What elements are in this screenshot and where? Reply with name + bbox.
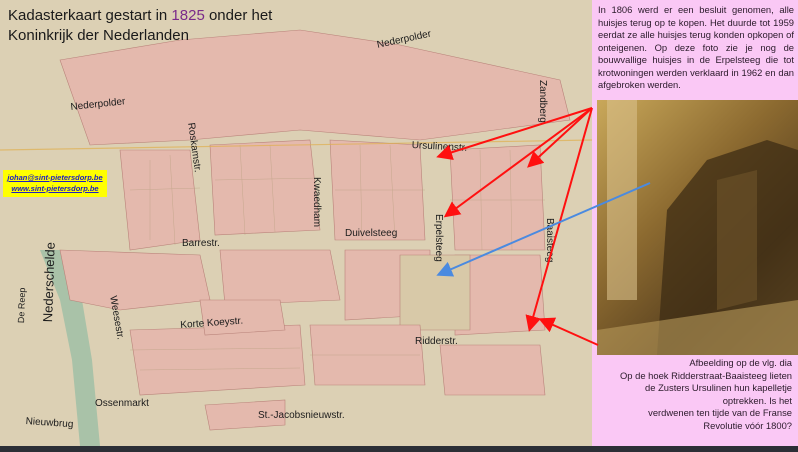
label-de-reep: De Reep — [16, 287, 28, 324]
panel-line: Afbeelding op de vlg. dia — [689, 357, 792, 368]
title-year: 1825 — [171, 7, 205, 24]
label-baaisteeg: Baaisteeg — [544, 218, 555, 263]
label-erpelsteeg: Erpelsteeg — [433, 214, 444, 262]
label-duivelsteeg: Duivelsteeg — [345, 228, 398, 239]
title-suffix: onder het — [204, 7, 273, 24]
panel-top-text: In 1806 werd er een besluit genomen, all… — [598, 4, 794, 90]
title-line2: Koninkrijk der Nederlanden — [8, 27, 189, 44]
title-prefix: Kadasterkaart gestart in — [8, 7, 172, 24]
panel-line: Op de hoek Ridderstraat-Baaisteeg lieten — [620, 369, 792, 381]
label-kwaedham: Kwaedham — [311, 177, 322, 228]
label-ossenmarkt: Ossenmarkt — [95, 398, 149, 409]
panel-line: de Zusters Ursulinen hun kapelletje — [645, 382, 792, 393]
contact-box: johan@sint-pietersdorp.be www.sint-piete… — [3, 170, 107, 197]
historic-photo-erpelsteeg — [597, 100, 798, 355]
website-link[interactable]: www.sint-pietersdorp.be — [3, 183, 107, 194]
email-link[interactable]: johan@sint-pietersdorp.be — [3, 172, 107, 183]
label-ridderstr: Ridderstr. — [415, 336, 458, 347]
map-drawing — [0, 0, 592, 446]
panel-bottom-text: Afbeelding op de vlg. dia Op de hoek Rid… — [592, 357, 792, 432]
panel-line: optrekken. Is het — [722, 394, 792, 406]
parcel-blocks — [59, 29, 571, 431]
label-st-jacobsnieuwstr: St.-Jacobsnieuwstr. — [258, 410, 345, 421]
panel-line: Revolutie vóór 1800? — [703, 419, 792, 431]
slide-title: Kadasterkaart gestart in 1825 onder het … — [8, 6, 272, 46]
panel-line: verdwenen ten tijde van de Franse — [648, 407, 792, 418]
label-nederschelde: Nederschelde — [40, 241, 58, 323]
label-zandberg: Zandberg — [537, 80, 548, 123]
label-barrestr: Barrestr. — [182, 238, 220, 249]
cadastral-map: Nederpolder Nederpolder Roskamstr. Ursul… — [0, 0, 592, 446]
